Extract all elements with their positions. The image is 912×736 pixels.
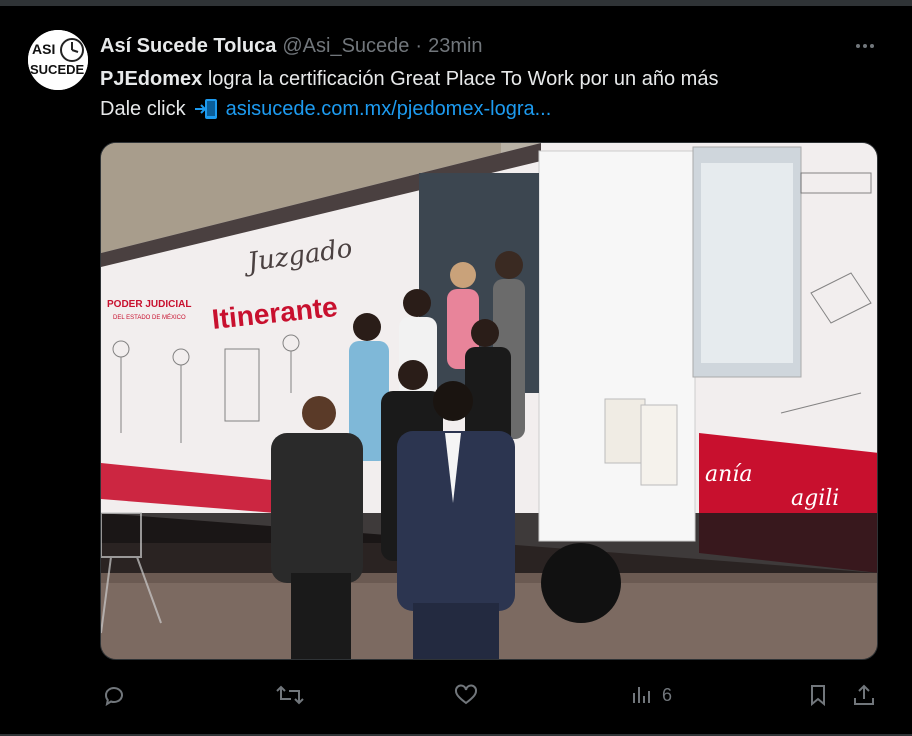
header-separator: · xyxy=(415,34,423,57)
more-icon[interactable] xyxy=(852,38,878,54)
tweet-link[interactable]: asisucede.com.mx/pjedomex-logra... xyxy=(226,96,552,122)
like-icon[interactable] xyxy=(454,678,478,712)
views-button[interactable]: 6 xyxy=(630,678,672,712)
avatar-text-line2: SUCEDE xyxy=(30,62,85,77)
sign-side-word1: anía xyxy=(705,462,752,487)
link-prefix: Dale click xyxy=(100,98,186,120)
views-count: 6 xyxy=(662,684,673,705)
tweet-text-bold[interactable]: PJEdomex xyxy=(100,68,202,90)
author-name[interactable]: Así Sucede Toluca xyxy=(100,35,276,58)
top-divider xyxy=(0,0,912,6)
avatar-text-line1: ASI xyxy=(32,41,55,57)
photo-scene: PODER JUDICIAL DEL ESTADO DE MÉXICO Juzg… xyxy=(101,143,877,659)
avatar-logo: ASI SUCEDE xyxy=(28,30,88,90)
sign-org-sub: DEL ESTADO DE MÉXICO xyxy=(113,314,186,321)
sign-org: PODER JUDICIAL xyxy=(107,299,191,310)
tweet-actions: 6 xyxy=(100,678,880,712)
sign-side-word2: agili xyxy=(791,486,839,511)
tweet-text-rest: logra la certificación Great Place To Wo… xyxy=(202,68,719,90)
author-handle[interactable]: @Asi_Sucede xyxy=(282,35,409,58)
author-avatar[interactable]: ASI SUCEDE xyxy=(28,30,88,90)
retweet-icon[interactable] xyxy=(276,678,304,712)
bookmark-icon[interactable] xyxy=(806,678,830,712)
tweet-text: PJEdomex logra la certificación Great Pl… xyxy=(100,66,718,92)
tweet-header: Así Sucede Toluca @Asi_Sucede · 23min xyxy=(100,32,483,60)
tweet-link-line: Dale click asisucede.com.mx/pjedomex-log… xyxy=(100,96,551,122)
mobile-arrow-icon xyxy=(194,98,220,120)
tweet-photo[interactable]: PODER JUDICIAL DEL ESTADO DE MÉXICO Juzg… xyxy=(100,142,878,660)
reply-icon[interactable] xyxy=(102,678,126,712)
tweet-time[interactable]: 23min xyxy=(428,35,482,58)
views-icon xyxy=(633,687,650,703)
share-icon[interactable] xyxy=(852,678,876,712)
